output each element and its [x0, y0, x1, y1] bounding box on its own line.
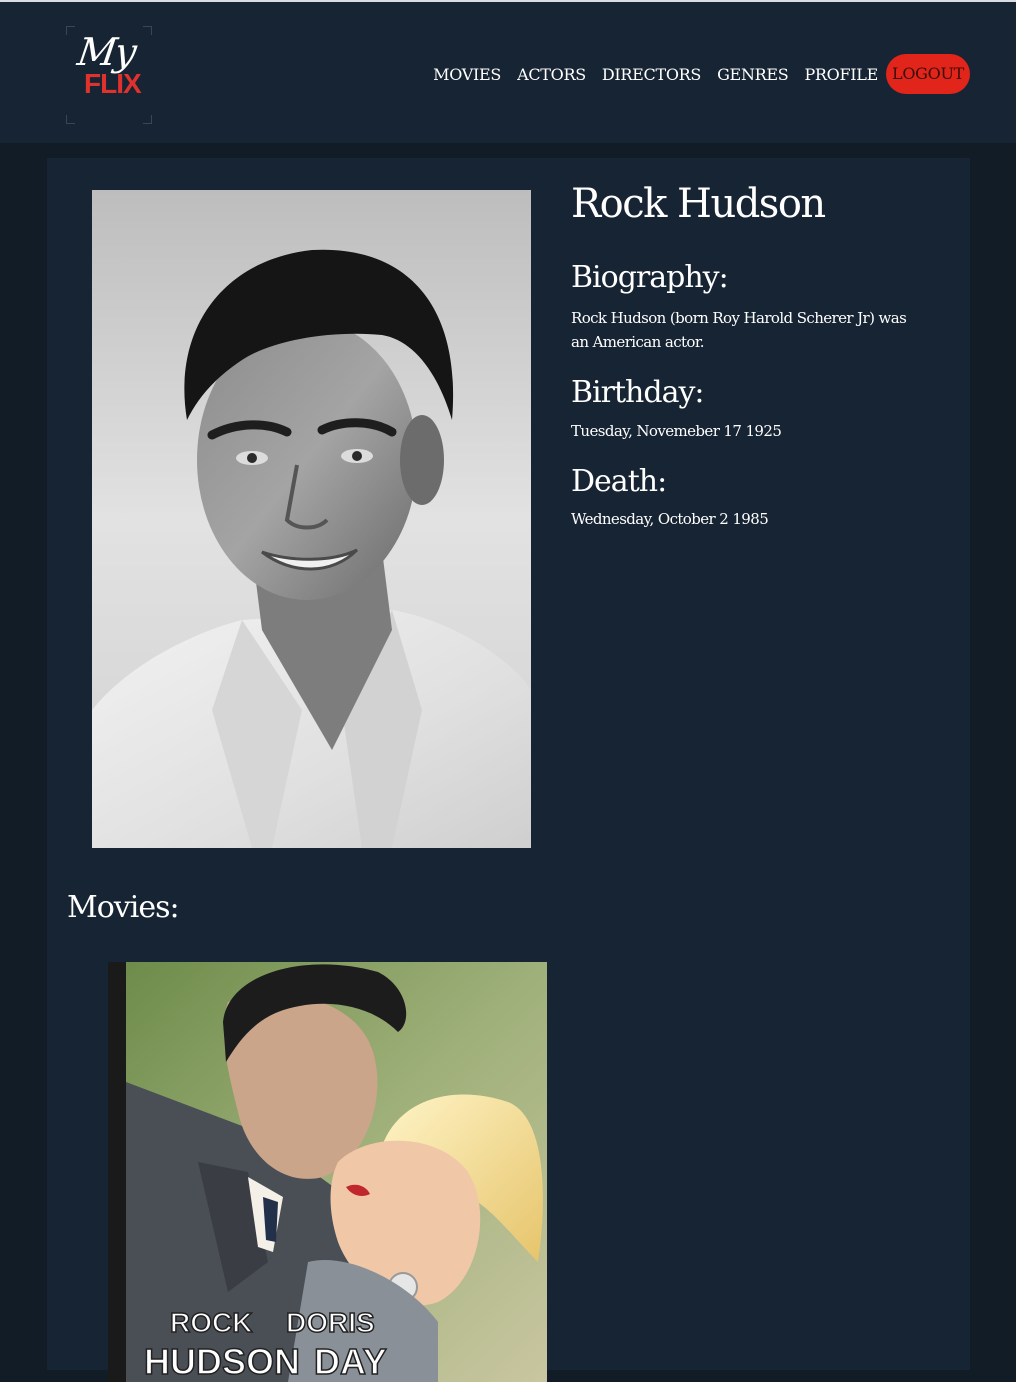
nav-genres-link[interactable]: GENRES [717, 65, 789, 84]
main-nav: MOVIES ACTORS DIRECTORS GENRES PROFILE L… [433, 54, 970, 94]
poster-title-day: DAY [314, 1341, 387, 1382]
logo-corner [143, 115, 152, 124]
logout-button[interactable]: LOGOUT [886, 54, 970, 94]
poster-title-rock: ROCK [170, 1307, 252, 1338]
logo-my-text: My [74, 30, 138, 74]
nav-actors-link[interactable]: ACTORS [517, 65, 586, 84]
logo-flix-text: FLIX [84, 68, 142, 99]
movies-heading: Movies: [67, 890, 180, 925]
actor-photo [92, 190, 531, 848]
movie-poster-card[interactable]: ROCK DORIS HUDSON DAY [108, 962, 547, 1382]
nav-profile-link[interactable]: PROFILE [804, 65, 878, 84]
poster-title-hudson: HUDSON [144, 1341, 300, 1382]
nav-directors-link[interactable]: DIRECTORS [602, 65, 702, 84]
death-heading: Death: [571, 464, 667, 499]
logo-corner [66, 26, 75, 35]
actor-photo-illustration [92, 190, 531, 848]
birthday-text: Tuesday, Novemeber 17 1925 [571, 422, 782, 440]
death-text: Wednesday, October 2 1985 [571, 510, 769, 528]
myflix-logo[interactable]: My FLIX [66, 26, 152, 124]
biography-text: Rock Hudson (born Roy Harold Scherer Jr)… [571, 309, 907, 351]
actor-card: Rock Hudson Biography: Rock Hudson (born… [47, 158, 970, 1382]
poster-title-doris: DORIS [286, 1307, 375, 1338]
nav-movies-link[interactable]: MOVIES [433, 65, 501, 84]
logo-corner [143, 26, 152, 35]
birthday-heading: Birthday: [571, 375, 705, 410]
movie-poster-illustration: ROCK DORIS HUDSON DAY [108, 962, 547, 1382]
biography-heading: Biography: [571, 260, 729, 295]
navbar: My FLIX MOVIES ACTORS DIRECTORS GENRES P… [0, 2, 1016, 143]
actor-name: Rock Hudson [571, 181, 826, 227]
logo-corner [66, 115, 75, 124]
